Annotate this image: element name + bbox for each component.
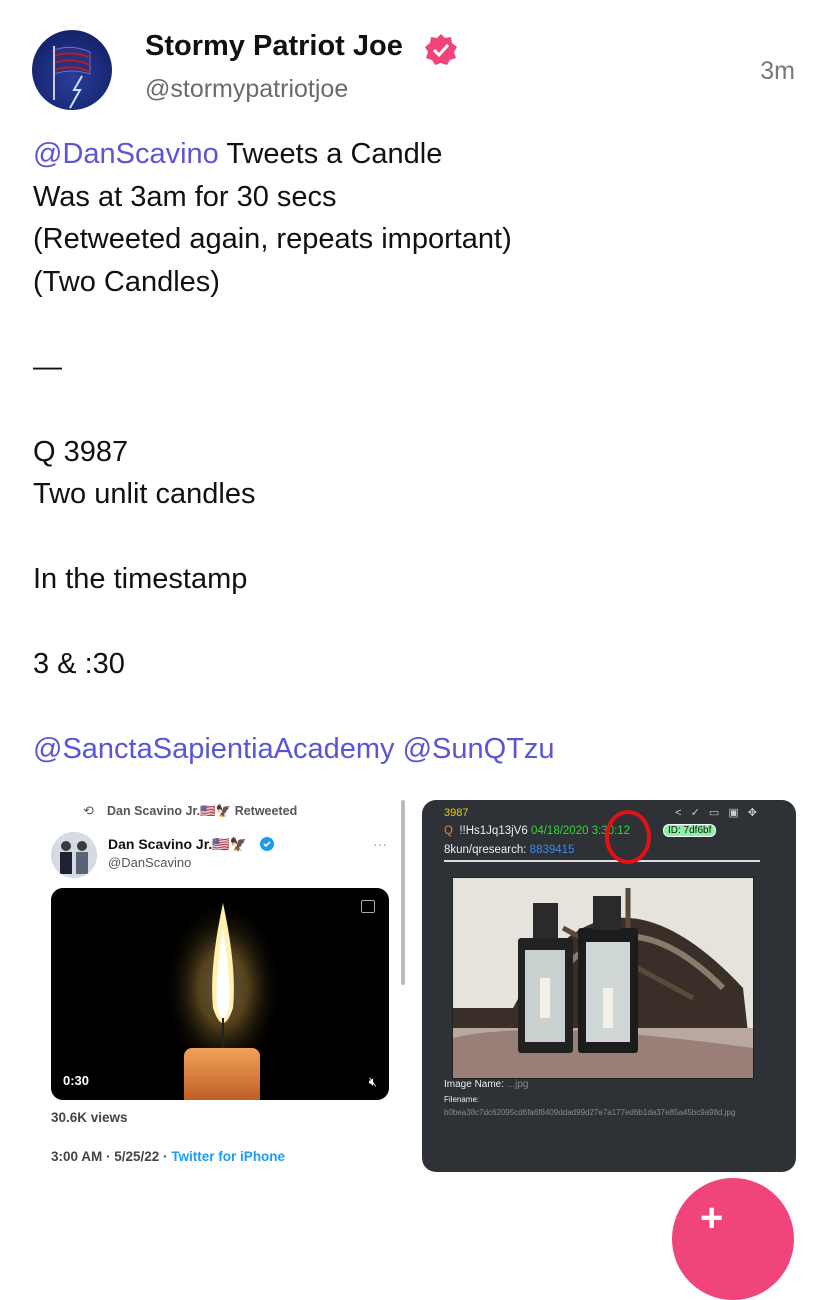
tweet-date: 3:00 AM · 5/25/22 · Twitter for iPhone (51, 1149, 286, 1164)
candle-video: 0:30 🔇︎ (51, 888, 389, 1100)
verified-icon (260, 837, 274, 851)
media-image-tweet-screenshot[interactable]: ⟲ Dan Scavino Jr.🇺🇸🦅 Retweeted Dan Scavi… (33, 800, 403, 1172)
post-text-line (33, 303, 793, 346)
qpost-filename-label: Filename: (444, 1095, 480, 1104)
view-count: 30.6K views (51, 1110, 128, 1125)
post-text-line (33, 388, 793, 431)
scrollbar (401, 800, 405, 985)
compose-button[interactable] (672, 1178, 794, 1300)
tweet-author-name: Dan Scavino Jr.🇺🇸🦅 (108, 836, 248, 852)
post-text: (Retweeted again, repeats important) (33, 223, 512, 255)
more-icon: ··· (373, 836, 387, 852)
tweet-author-handle: @DanScavino (108, 855, 192, 870)
post-text-line: In the timestamp (33, 558, 793, 601)
user-handle[interactable]: @stormypatriotjoe (145, 75, 348, 104)
plus-icon: + (700, 1196, 724, 1240)
qpost-board: 8kun/qresearch: 8839415 (444, 844, 575, 856)
post-text-line: Was at 3am for 30 secs (33, 176, 793, 219)
display-name[interactable]: Stormy Patriot Joe (145, 30, 403, 63)
post-text-line: Two unlit candles (33, 473, 793, 516)
retweet-icon: ⟲ (83, 803, 94, 818)
verified-badge-icon (425, 34, 457, 65)
post-text: Two unlit candles (33, 478, 256, 510)
qpost-image-name: Image Name: ...jpg (444, 1079, 529, 1090)
post-text-line (33, 686, 793, 729)
post-text-line: (Two Candles) (33, 261, 793, 304)
post-timestamp: 3m (760, 57, 795, 85)
mute-icon: 🔇︎ (368, 1074, 377, 1089)
post-text: In the timestamp (33, 563, 248, 595)
divider (444, 860, 760, 862)
post-text: Tweets a Candle (218, 138, 443, 170)
post-text-line: — (33, 346, 793, 389)
tweet-client: Twitter for iPhone (171, 1149, 286, 1164)
media-image-qpost-screenshot[interactable]: 3987 < ✓ ▭ ▣ ✥ Q !!Hs1Jq13jV6 04/18/2020… (422, 800, 796, 1172)
red-circle-annotation (605, 810, 651, 864)
post-text-line: @DanScavino Tweets a Candle (33, 133, 793, 176)
post-text-line (33, 516, 793, 559)
post-text: Q 3987 (33, 435, 129, 468)
post-text: Was at 3am for 30 secs (33, 180, 337, 213)
avatar[interactable] (32, 30, 112, 110)
flag-lightning-icon (53, 46, 91, 109)
post-text: 3 & :30 (33, 648, 125, 680)
post-text: (Two Candles) (33, 265, 220, 298)
qpost-id-badge: ID: 7df6bf (663, 824, 717, 837)
retweet-header: Dan Scavino Jr.🇺🇸🦅 Retweeted (107, 804, 298, 818)
candle-flame-icon (163, 898, 283, 1100)
post-body: @DanScavino Tweets a Candle Was at 3am fo… (33, 133, 793, 771)
tweet-avatar (51, 832, 97, 878)
post-text-line: Q 3987 (33, 431, 793, 474)
people-photo-icon (51, 832, 97, 878)
video-duration: 0:30 (63, 1073, 90, 1088)
post-text-line (33, 601, 793, 644)
lanterns-image-icon (453, 878, 753, 1078)
post-text-line: (Retweeted again, repeats important) (33, 218, 793, 261)
qpost-filename-hash: b0bea38c7dc62095cd6fa6f8409ddad99d27e7a1… (444, 1108, 736, 1117)
mention-link[interactable]: @SanctaSapientiaAcademy @SunQTzu (33, 733, 555, 765)
qpost-toolbar-icons: < ✓ ▭ ▣ ✥ (675, 807, 760, 819)
lanterns-photo (452, 877, 754, 1079)
mention-link[interactable]: @DanScavino (33, 138, 219, 170)
post-text: — (33, 350, 62, 383)
post-text-line: 3 & :30 (33, 643, 793, 686)
qpost-number: 3987 (444, 807, 469, 819)
qpost-header: Q !!Hs1Jq13jV6 04/18/2020 3:30:12 (444, 825, 631, 837)
post-text-line: @SanctaSapientiaAcademy @SunQTzu (33, 728, 793, 771)
subtitle-icon (361, 900, 375, 913)
